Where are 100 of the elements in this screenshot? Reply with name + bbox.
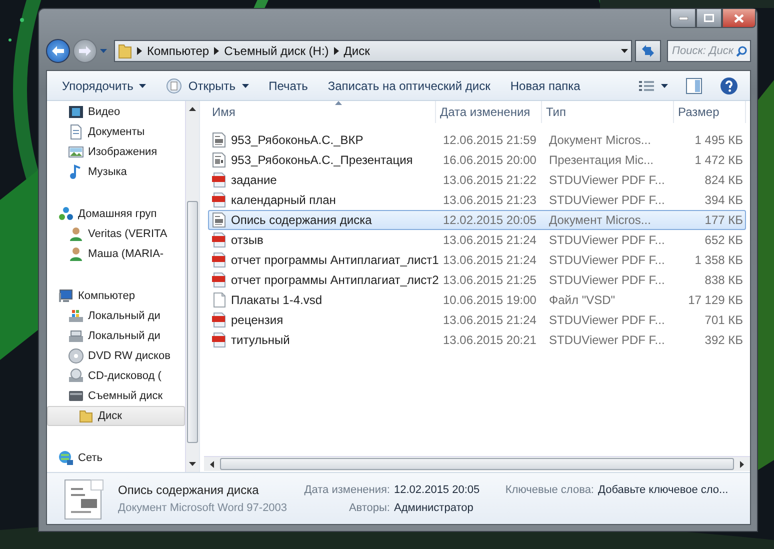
table-cell-text: 177 КБ — [704, 213, 744, 227]
nav-item[interactable]: Локальный ди — [47, 326, 185, 346]
nav-item[interactable]: DVD RW дисков — [47, 346, 185, 366]
table-cell-text: 652 КБ — [704, 233, 744, 247]
user-icon — [68, 226, 84, 242]
disc-drive-icon — [68, 368, 84, 384]
file-name: рецензия — [231, 313, 284, 327]
column-header[interactable]: Размер — [674, 101, 746, 123]
nav-item[interactable]: Компьютер — [47, 286, 185, 306]
document-icon — [211, 132, 227, 148]
scroll-right-arrow-icon[interactable] — [740, 460, 744, 468]
nav-item[interactable]: Съемный диск — [47, 386, 185, 406]
scroll-down-arrow-icon[interactable] — [189, 462, 196, 466]
scroll-up-arrow-icon[interactable] — [189, 107, 196, 111]
forward-button[interactable] — [73, 39, 97, 63]
file-row[interactable]: календарный план 13.06.2015 21:23 STDUViewer PDF F... 394 КБ — [208, 190, 746, 210]
presentation-icon — [211, 152, 227, 168]
file-name: Опись содержания диска — [231, 213, 372, 227]
file-row[interactable]: Опись содержания диска 12.02.2015 20:05 Документ Micros... 177 КБ — [208, 210, 746, 230]
file-row[interactable]: Плакаты 1-4.vsd 10.06.2015 19:00 Файл "VSD" 17 129 КБ — [208, 290, 746, 310]
file-row[interactable]: 953_РябоконьА.С._Презентация 16.06.2015 20:00 Презентация Mic... 1 472 КБ — [208, 150, 746, 170]
table-cell-text: 13.06.2015 21:24 — [442, 313, 538, 327]
file-row[interactable]: отзыв 13.06.2015 21:24 STDUViewer PDF F... 652 КБ — [208, 230, 746, 250]
preview-pane-icon — [686, 78, 702, 94]
table-cell-text: 13.06.2015 21:22 — [442, 173, 538, 187]
scrollbar[interactable] — [204, 456, 750, 471]
address-bar[interactable]: Компьютер Съемный диск (H:) Диск — [114, 40, 632, 62]
table-cell-text: STDUViewer PDF F... — [548, 233, 666, 247]
table-cell-text: 838 КБ — [704, 273, 744, 287]
search-field[interactable]: Поиск: Диск — [667, 40, 751, 62]
blank-file-icon — [211, 292, 227, 308]
computer-icon — [58, 288, 74, 304]
nav-item[interactable]: Veritas (VERITA — [47, 224, 185, 244]
table-cell-text: 13.06.2015 21:23 — [442, 193, 538, 207]
table-cell-text: STDUViewer PDF F... — [548, 193, 666, 207]
nav-item[interactable]: Документы — [47, 122, 185, 142]
column-header[interactable]: Тип — [542, 101, 674, 123]
column-header[interactable]: Дата изменения — [436, 101, 542, 123]
close-button[interactable] — [722, 9, 756, 28]
forward-arrow-icon — [79, 46, 91, 56]
field-label: Ключевые слова: — [504, 484, 594, 496]
file-row[interactable]: отчет программы Антиплагиат_лист1 13.06.2015 21:24 STDUViewer PDF F... 1 358 КБ — [208, 250, 746, 270]
nav-item[interactable]: Локальный ди — [47, 306, 185, 326]
file-row[interactable]: рецензия 13.06.2015 21:24 STDUViewer PDF F... 701 КБ — [208, 310, 746, 330]
field-value: Добавьте ключевое сло... — [598, 484, 728, 496]
breadcrumb-arrow-icon[interactable] — [334, 47, 339, 55]
file-name: отчет программы Антиплагиат_лист2 — [231, 273, 439, 287]
nav-item[interactable]: Диск — [47, 406, 185, 426]
nav-item[interactable]: Домашняя груп — [47, 204, 185, 224]
file-row[interactable]: задание 13.06.2015 21:22 STDUViewer PDF F... 824 КБ — [208, 170, 746, 190]
scrollbar[interactable] — [185, 101, 199, 472]
scroll-left-arrow-icon[interactable] — [210, 460, 214, 468]
table-cell-text: 394 КБ — [704, 193, 744, 207]
minimize-button[interactable] — [670, 9, 696, 28]
file-type: Документ Microsoft Word 97-2003 — [118, 502, 288, 514]
back-button[interactable] — [46, 39, 70, 63]
scrollbar-thumb[interactable] — [220, 458, 734, 470]
drive-icon — [68, 328, 84, 344]
table-cell-text: 13.06.2015 21:25 — [442, 273, 538, 287]
nav-item[interactable]: Музыка — [47, 162, 185, 182]
file-name: Опись содержания диска — [118, 482, 260, 496]
homegroup-icon — [58, 206, 74, 222]
scrollbar-thumb[interactable] — [187, 201, 198, 443]
file-name: отзыв — [231, 233, 264, 247]
table-cell-text: 13.06.2015 21:24 — [442, 233, 538, 247]
breadcrumb-item[interactable]: Съемный диск (H:) — [224, 44, 329, 58]
refresh-icon — [641, 45, 655, 57]
field-value: Администратор — [394, 502, 474, 514]
breadcrumb-item[interactable]: Диск — [344, 44, 370, 58]
nav-item[interactable]: CD-дисковод ( — [47, 366, 185, 386]
refresh-button[interactable] — [635, 40, 661, 62]
toolbar-button[interactable]: Печать — [262, 74, 315, 96]
breadcrumb-arrow-icon[interactable] — [214, 47, 220, 55]
table-cell-text: 1 495 КБ — [694, 133, 744, 147]
table-cell-text: 701 КБ — [704, 313, 744, 327]
table-cell-text: 17 129 КБ — [687, 293, 744, 307]
table-cell-text: 10.06.2015 19:00 — [442, 293, 538, 307]
table-cell-text: Файл "VSD" — [548, 293, 616, 307]
file-row[interactable]: титульный 13.06.2015 20:21 STDUViewer PDF F... 392 КБ — [208, 330, 746, 350]
caret-icon — [139, 84, 146, 88]
file-row[interactable]: отчет программы Антиплагиат_лист2 13.06.2015 21:25 STDUViewer PDF F... 838 КБ — [208, 270, 746, 290]
open-menu-button[interactable]: Открыть — [159, 74, 256, 96]
dropdown-arrow-icon[interactable] — [621, 49, 628, 53]
help-icon — [720, 76, 738, 94]
field-value: 12.02.2015 20:05 — [394, 484, 481, 496]
organize-menu-button[interactable]: Упорядочить — [55, 74, 154, 96]
breadcrumb-arrow-icon[interactable] — [137, 47, 142, 55]
breadcrumb-item[interactable]: Компьютер — [147, 44, 210, 58]
file-name: 953_РябоконьА.С._ВКР — [231, 133, 364, 147]
nav-item[interactable]: Сеть — [47, 448, 185, 468]
nav-item[interactable]: Маша (MARIA- — [47, 244, 185, 264]
nav-item[interactable]: Видео — [47, 102, 185, 122]
table-cell-text: STDUViewer PDF F... — [548, 173, 666, 187]
toolbar-button[interactable]: Новая папка — [503, 74, 588, 96]
list-view-icon — [639, 80, 655, 92]
nav-item[interactable]: Изображения — [47, 142, 185, 162]
maximize-button[interactable] — [696, 9, 722, 28]
file-row[interactable]: 953_РябоконьА.С._ВКР 12.06.2015 21:59 Документ Micros... 1 495 КБ — [208, 130, 746, 150]
toolbar-button[interactable]: Записать на оптический диск — [320, 74, 498, 96]
table-cell-text: Документ Micros... — [548, 213, 652, 227]
